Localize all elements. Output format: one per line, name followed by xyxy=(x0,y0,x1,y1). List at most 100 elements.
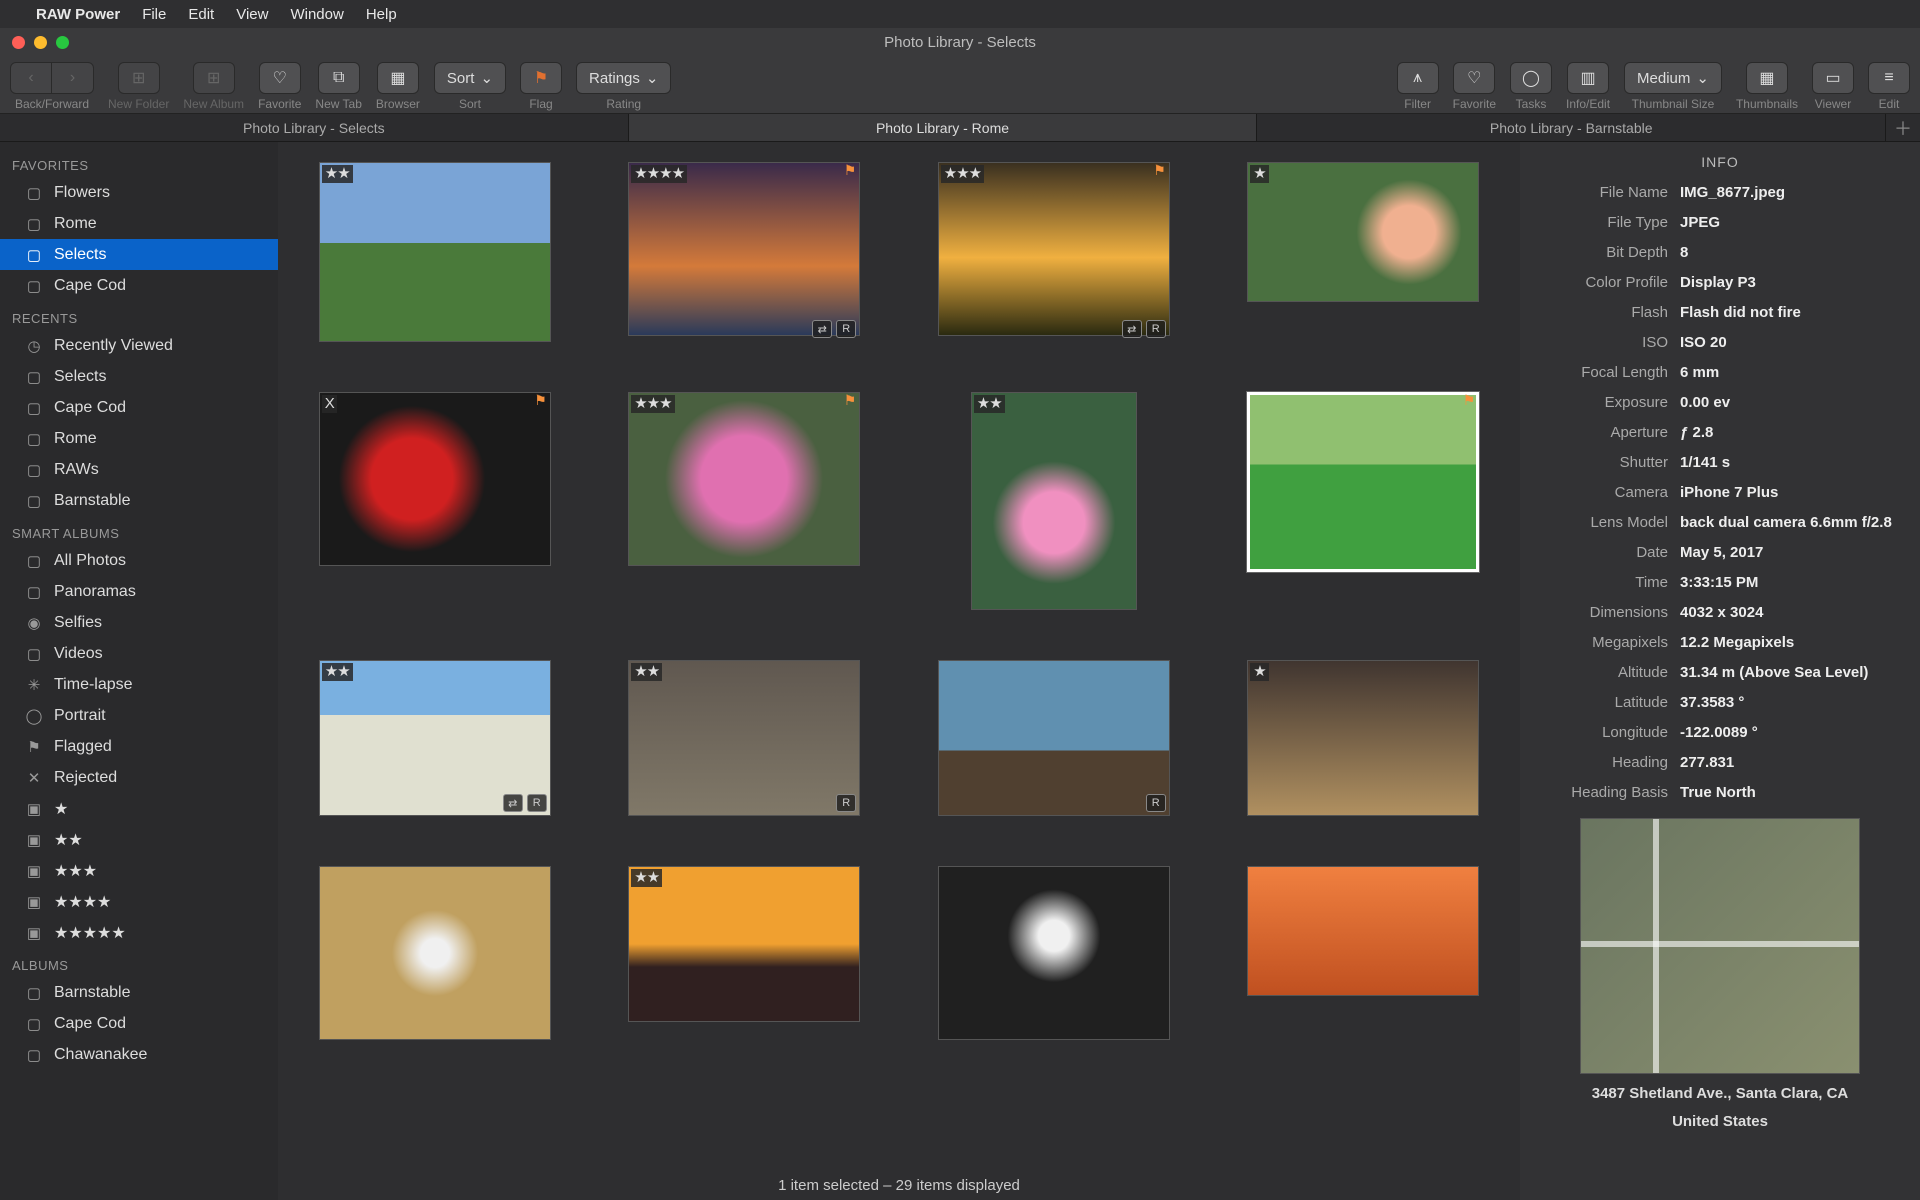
new-tab-plus-button[interactable]: ＋ xyxy=(1886,114,1920,141)
menu-help[interactable]: Help xyxy=(366,6,397,23)
info-label: Latitude xyxy=(1538,692,1680,714)
thumbnail[interactable]: ⚑ xyxy=(1247,392,1479,610)
sidebar-item[interactable]: ▣★★★★ xyxy=(0,886,278,917)
thumbnail[interactable] xyxy=(938,866,1170,1040)
tab[interactable]: Photo Library - Rome xyxy=(629,114,1258,141)
thumbnail-image xyxy=(971,392,1137,610)
ratings-dropdown[interactable]: Ratings⌄ xyxy=(576,62,671,94)
toolbar-label: New Folder xyxy=(108,97,169,111)
info-label: Time xyxy=(1538,572,1680,594)
thumbnail[interactable]: R xyxy=(938,660,1170,816)
thumbnail[interactable] xyxy=(319,866,551,1040)
tab-bar: Photo Library - SelectsPhoto Library - R… xyxy=(0,114,1920,142)
sidebar-item[interactable]: ▢Chawanakee xyxy=(0,1039,278,1070)
menu-file[interactable]: File xyxy=(142,6,166,23)
thumbnail[interactable]: ★★★★⚑⇄R xyxy=(628,162,860,342)
sidebar-item[interactable]: ▢Rome xyxy=(0,208,278,239)
thumbnail[interactable]: ★★★⚑ xyxy=(628,392,860,610)
sidebar-item[interactable]: ▢Selects xyxy=(0,239,278,270)
toolbar-label: Thumbnail Size xyxy=(1632,97,1715,111)
info-label: Altitude xyxy=(1538,662,1680,684)
info-row: Focal Length6 mm xyxy=(1520,358,1920,388)
thumbnails-button[interactable]: ▦ xyxy=(1746,62,1788,94)
toolbar-label: New Tab xyxy=(315,97,361,111)
back-button[interactable]: ‹ xyxy=(10,62,52,94)
tasks-button[interactable]: ◯ xyxy=(1510,62,1552,94)
sidebar-item[interactable]: ▢Videos xyxy=(0,638,278,669)
thumbnail[interactable] xyxy=(1247,866,1479,1040)
thumbnail[interactable]: ★★R xyxy=(628,660,860,816)
new-folder-button[interactable]: ⊞ xyxy=(118,62,160,94)
sidebar-item[interactable]: ▢Cape Cod xyxy=(0,392,278,423)
zoom-button[interactable] xyxy=(56,36,69,49)
sliders-icon: ≡ xyxy=(1884,69,1893,87)
sidebar-item[interactable]: ✳Time-lapse xyxy=(0,669,278,700)
forward-button[interactable]: › xyxy=(52,62,94,94)
sidebar-item[interactable]: ◯Portrait xyxy=(0,700,278,731)
thumbnail[interactable]: ★ xyxy=(1247,162,1479,342)
sidebar-item[interactable]: ✕Rejected xyxy=(0,762,278,793)
minimize-button[interactable] xyxy=(34,36,47,49)
thumbnail[interactable]: X⚑ xyxy=(319,392,551,610)
sidebar-item[interactable]: ▢Rome xyxy=(0,423,278,454)
star-rating: ★★ xyxy=(631,869,662,887)
chevron-down-icon: ⌄ xyxy=(1696,69,1709,87)
menu-window[interactable]: Window xyxy=(290,6,343,23)
sidebar-item[interactable]: ▢All Photos xyxy=(0,545,278,576)
filter-button[interactable]: ⩚ xyxy=(1397,62,1439,94)
flag-icon: ⚑ xyxy=(844,392,857,409)
sidebar-item[interactable]: ▣★★ xyxy=(0,824,278,855)
clock-icon: ◷ xyxy=(24,337,44,355)
menu-edit[interactable]: Edit xyxy=(188,6,214,23)
sidebar-item[interactable]: ▣★ xyxy=(0,793,278,824)
filter-icon: ⩚ xyxy=(1413,69,1422,87)
info-row: File TypeJPEG xyxy=(1520,208,1920,238)
new-album-button[interactable]: ⊞ xyxy=(193,62,235,94)
sidebar-item[interactable]: ▣★★★ xyxy=(0,855,278,886)
sidebar-item[interactable]: ▢Barnstable xyxy=(0,485,278,516)
viewer-button[interactable]: ▭ xyxy=(1812,62,1854,94)
sidebar-item[interactable]: ◉Selfies xyxy=(0,607,278,638)
thumbnail[interactable]: ★★ xyxy=(319,162,551,342)
thumbnail[interactable]: ★★ xyxy=(971,392,1137,610)
info-label: Megapixels xyxy=(1538,632,1680,654)
thumbnail[interactable]: ★★★⚑⇄R xyxy=(938,162,1170,342)
thumbnail[interactable]: ★★⇄R xyxy=(319,660,551,816)
new-tab-button[interactable]: ⧉ xyxy=(318,62,360,94)
sidebar-item[interactable]: ▢Flowers xyxy=(0,177,278,208)
thumbnail[interactable]: ★ xyxy=(1247,660,1479,816)
info-value: 0.00 ev xyxy=(1680,392,1902,414)
info-value: 1/141 s xyxy=(1680,452,1902,474)
sidebar-item[interactable]: ▢RAWs xyxy=(0,454,278,485)
sidebar-item[interactable]: ▢Cape Cod xyxy=(0,1008,278,1039)
sidebar-item[interactable]: ▢Panoramas xyxy=(0,576,278,607)
browser-button[interactable]: ▦ xyxy=(377,62,419,94)
sidebar-item[interactable]: ⚑Flagged xyxy=(0,731,278,762)
info-row: Shutter1/141 s xyxy=(1520,448,1920,478)
info-edit-button[interactable]: ▥ xyxy=(1567,62,1609,94)
menu-view[interactable]: View xyxy=(236,6,268,23)
sidebar-item[interactable]: ▢Selects xyxy=(0,361,278,392)
starbox-icon: ▣ xyxy=(24,831,44,849)
badge: R xyxy=(1146,794,1166,812)
app-menu[interactable]: RAW Power xyxy=(36,6,120,23)
flag-button[interactable]: ⚑ xyxy=(520,62,562,94)
thumb-size-dropdown[interactable]: Medium⌄ xyxy=(1624,62,1722,94)
favorite2-button[interactable]: ♡ xyxy=(1453,62,1495,94)
favorite-button[interactable]: ♡ xyxy=(259,62,301,94)
sort-dropdown[interactable]: Sort⌄ xyxy=(434,62,506,94)
location-map[interactable] xyxy=(1580,818,1860,1074)
sidebar-item[interactable]: ▣★★★★★ xyxy=(0,917,278,948)
sidebar-item-label: Rome xyxy=(54,215,97,233)
tab[interactable]: Photo Library - Selects xyxy=(0,114,629,141)
tab[interactable]: Photo Library - Barnstable xyxy=(1257,114,1886,141)
sidebar-item[interactable]: ◷Recently Viewed xyxy=(0,330,278,361)
thumbnail[interactable]: ★★ xyxy=(628,866,860,1040)
sidebar-item[interactable]: ▢Barnstable xyxy=(0,977,278,1008)
folder-icon: ▢ xyxy=(24,552,44,570)
close-button[interactable] xyxy=(12,36,25,49)
thumbnail-image xyxy=(319,866,551,1040)
folder-icon: ▢ xyxy=(24,984,44,1002)
edit-button[interactable]: ≡ xyxy=(1868,62,1910,94)
sidebar-item[interactable]: ▢Cape Cod xyxy=(0,270,278,301)
